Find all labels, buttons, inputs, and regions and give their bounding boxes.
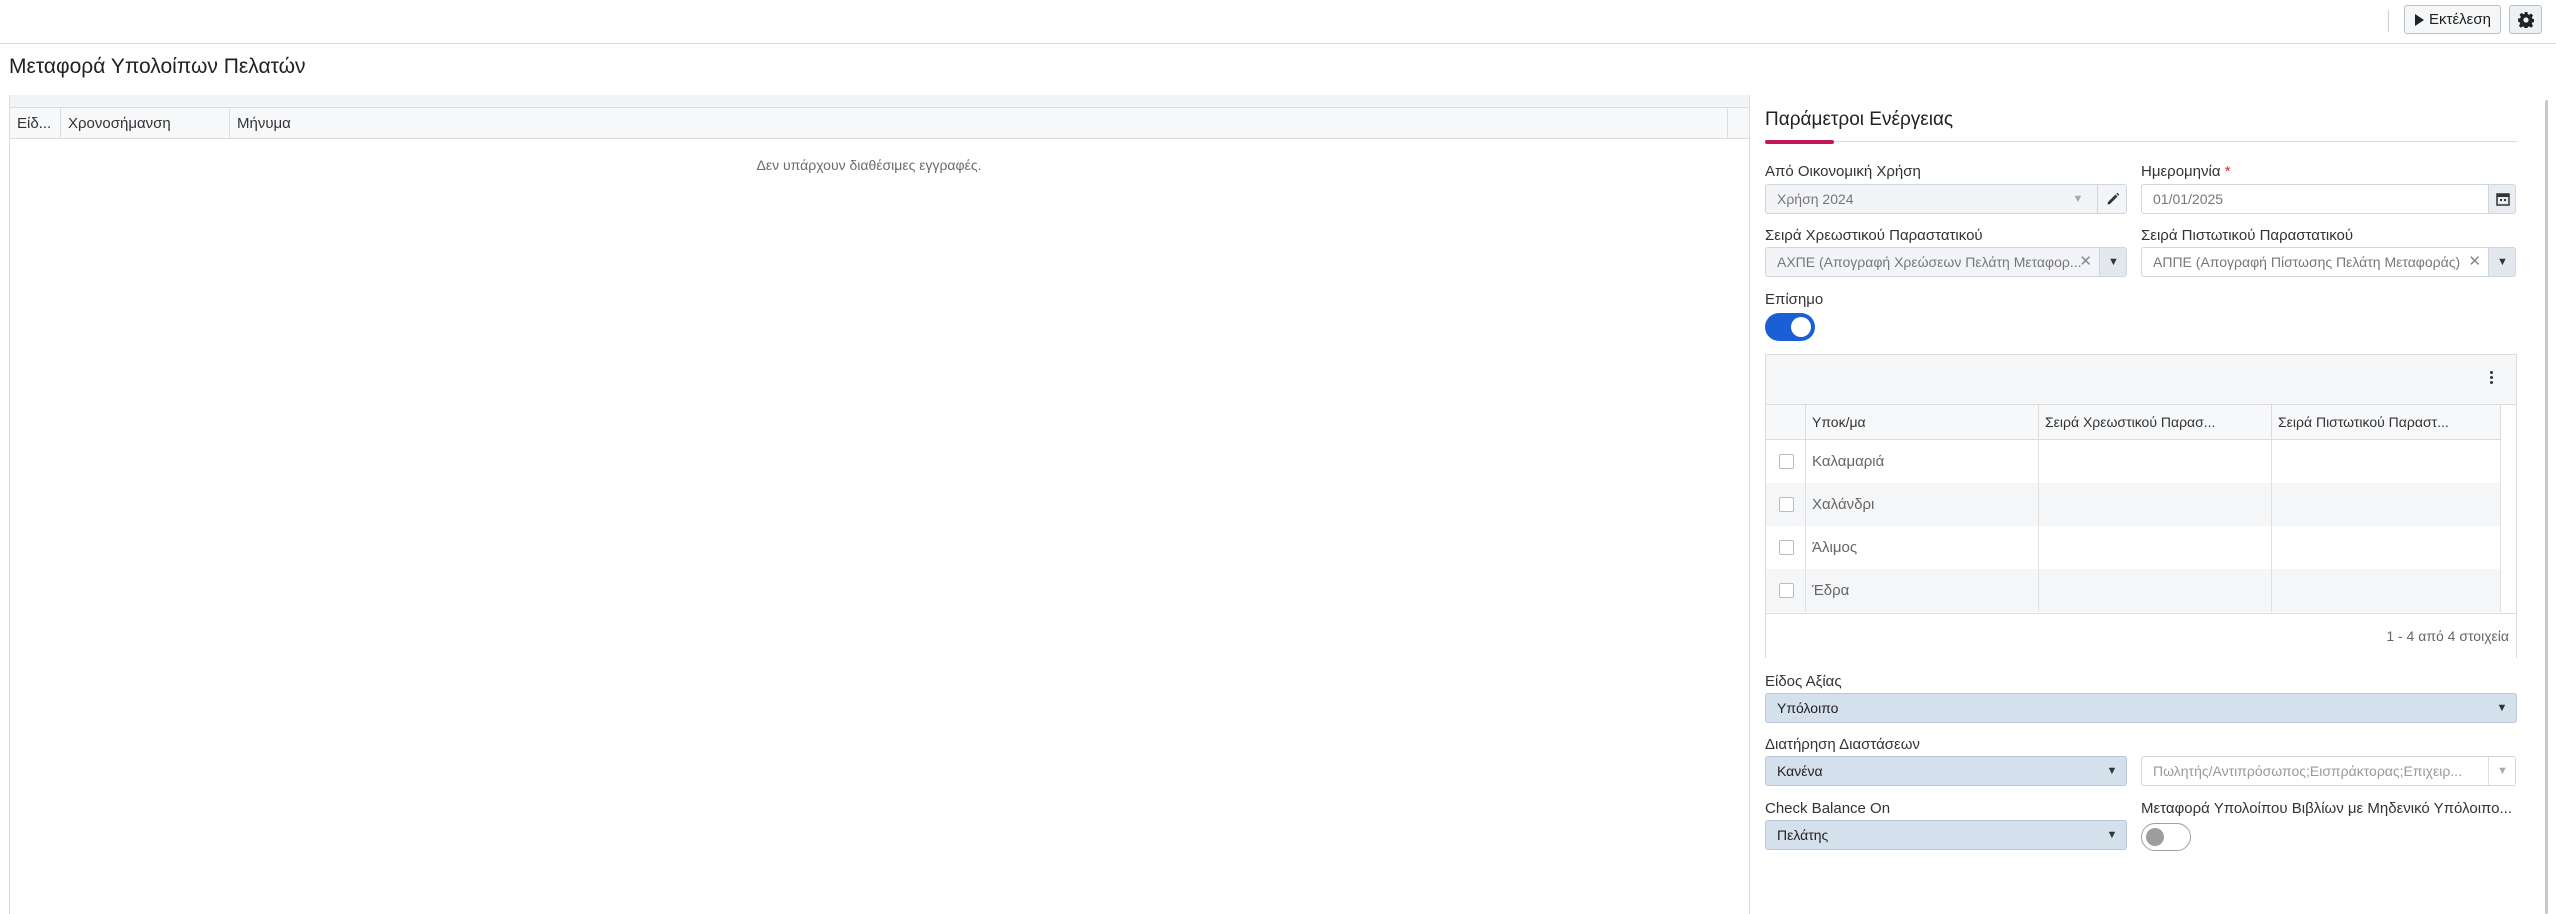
- vertical-scrollbar[interactable]: [2545, 100, 2548, 914]
- chevron-down-icon[interactable]: ▼: [2099, 248, 2126, 276]
- fiscal-year-select[interactable]: Χρήση 2024 ▼: [1765, 184, 2127, 214]
- top-toolbar: Εκτέλεση: [0, 0, 2556, 44]
- run-button[interactable]: Εκτέλεση: [2404, 5, 2501, 34]
- column-header-timestamp[interactable]: Χρονοσήμανση: [61, 108, 230, 139]
- column-header-branch[interactable]: Υποκ/μα: [1806, 405, 2039, 440]
- branches-grid: Υποκ/μα Σειρά Χρεωστικού Παρασ... Σειρά …: [1765, 354, 2517, 658]
- chevron-down-icon[interactable]: ▼: [2487, 694, 2516, 722]
- dimensions-value: Κανένα: [1777, 763, 1823, 779]
- page-title: Μεταφορά Υπολοίπων Πελατών: [9, 55, 306, 78]
- debit-series-cell[interactable]: [2039, 526, 2272, 569]
- params-title: Παράμετροι Ενέργειας: [1765, 109, 1954, 130]
- fiscal-year-label: Από Οικονομική Χρήση: [1765, 163, 1921, 180]
- clear-icon[interactable]: ✕: [2468, 248, 2481, 276]
- row-select-cell: [1766, 526, 1806, 569]
- dimensions-detail-value: Πωλητής/Αντιπρόσωπος;Εισπράκτορας;Επιχει…: [2153, 763, 2462, 779]
- column-header-debit-series[interactable]: Σειρά Χρεωστικού Παρασ...: [2039, 405, 2272, 440]
- debit-series-cell[interactable]: [2039, 440, 2272, 483]
- value-type-label: Είδος Αξίας: [1765, 673, 1842, 690]
- debit-series-cell[interactable]: [2039, 483, 2272, 526]
- branches-grid-toolbar: [1766, 355, 2516, 405]
- toggle-knob: [2146, 828, 2164, 846]
- row-select-cell: [1766, 569, 1806, 612]
- run-button-label: Εκτέλεση: [2429, 11, 2491, 28]
- row-checkbox[interactable]: [1779, 454, 1794, 469]
- chevron-down-icon[interactable]: ▼: [2097, 757, 2126, 785]
- check-balance-value: Πελάτης: [1777, 827, 1829, 843]
- credit-series-label: Σειρά Πιστωτικού Παραστατικού: [2141, 227, 2354, 244]
- column-header-type[interactable]: Είδ...: [10, 108, 61, 139]
- row-checkbox[interactable]: [1779, 540, 1794, 555]
- chevron-down-icon[interactable]: ▼: [2068, 185, 2088, 213]
- row-select-cell: [1766, 483, 1806, 526]
- play-icon: [2415, 13, 2425, 26]
- debit-series-select[interactable]: ΑΧΠΕ (Απογραφή Χρεώσεων Πελάτη Μεταφορ..…: [1765, 247, 2127, 277]
- branch-cell: Καλαμαριά: [1806, 440, 2039, 483]
- debit-series-cell[interactable]: [2039, 569, 2272, 612]
- credit-series-cell[interactable]: [2272, 569, 2501, 612]
- credit-series-select[interactable]: ΑΠΠΕ (Απογραφή Πίστωσης Πελάτη Μεταφοράς…: [2141, 247, 2516, 277]
- row-checkbox[interactable]: [1779, 497, 1794, 512]
- row-checkbox[interactable]: [1779, 583, 1794, 598]
- fiscal-year-value: Χρήση 2024: [1777, 191, 1854, 207]
- select-column-header: [1766, 405, 1806, 440]
- column-header-message[interactable]: Μήνυμα: [230, 108, 1728, 139]
- calendar-icon[interactable]: [2488, 185, 2515, 213]
- zero-balance-toggle[interactable]: [2141, 823, 2191, 851]
- branches-grid-footer: 1 - 4 από 4 στοιχεία: [1766, 613, 2516, 658]
- pager-info: 1 - 4 από 4 στοιχεία: [2386, 628, 2509, 644]
- clear-icon[interactable]: ✕: [2079, 248, 2092, 276]
- empty-message: Δεν υπάρχουν διαθέσιμες εγγραφές.: [756, 157, 982, 173]
- dimensions-select[interactable]: Κανένα ▼: [1765, 756, 2127, 786]
- credit-series-cell[interactable]: [2272, 526, 2501, 569]
- toolbar-divider: [2388, 10, 2389, 32]
- branch-cell: Χαλάνδρι: [1806, 483, 2039, 526]
- dimensions-detail-select[interactable]: Πωλητής/Αντιπρόσωπος;Εισπράκτορας;Επιχει…: [2141, 756, 2516, 786]
- toggle-knob: [1791, 317, 1811, 337]
- table-row[interactable]: Χαλάνδρι: [1766, 483, 2501, 526]
- value-type-value: Υπόλοιπο: [1777, 700, 1839, 716]
- credit-series-cell[interactable]: [2272, 483, 2501, 526]
- credit-series-value: ΑΠΠΕ (Απογραφή Πίστωσης Πελάτη Μεταφοράς…: [2153, 254, 2461, 270]
- chevron-down-icon[interactable]: ▼: [2097, 821, 2126, 849]
- date-input[interactable]: 01/01/2025: [2141, 184, 2516, 214]
- table-row[interactable]: Άλιμος: [1766, 526, 2501, 569]
- params-title-accent: [1765, 140, 1834, 144]
- more-options-icon[interactable]: [2486, 369, 2496, 389]
- credit-series-cell[interactable]: [2272, 440, 2501, 483]
- column-header-credit-series[interactable]: Σειρά Πιστωτικού Παραστ...: [2272, 405, 2501, 440]
- branch-cell: Άλιμος: [1806, 526, 2039, 569]
- debit-series-value: ΑΧΠΕ (Απογραφή Χρεώσεων Πελάτη Μεταφορ..…: [1777, 254, 2082, 270]
- params-title-underline: [1765, 141, 2517, 142]
- log-grid: Είδ... Χρονοσήμανση Μήνυμα Δεν υπάρχουν …: [9, 95, 1750, 914]
- table-row[interactable]: Καλαμαριά: [1766, 440, 2501, 483]
- date-value: 01/01/2025: [2153, 191, 2224, 207]
- debit-series-label: Σειρά Χρεωστικού Παραστατικού: [1765, 227, 1983, 244]
- official-label: Επίσημο: [1765, 291, 1824, 308]
- edit-icon[interactable]: [2097, 185, 2126, 213]
- date-label: Ημερομηνία *: [2141, 163, 2231, 180]
- gear-icon: [2517, 11, 2534, 28]
- dimensions-label: Διατήρηση Διαστάσεων: [1765, 736, 1920, 753]
- log-grid-header: Είδ... Χρονοσήμανση Μήνυμα: [10, 107, 1749, 139]
- official-toggle[interactable]: [1765, 313, 1815, 341]
- chevron-down-icon[interactable]: ▼: [2488, 757, 2515, 785]
- branches-grid-header: Υποκ/μα Σειρά Χρεωστικού Παρασ... Σειρά …: [1766, 405, 2501, 440]
- required-mark: *: [2224, 163, 2231, 180]
- settings-button[interactable]: [2509, 5, 2542, 34]
- value-type-select[interactable]: Υπόλοιπο ▼: [1765, 693, 2517, 723]
- check-balance-select[interactable]: Πελάτης ▼: [1765, 820, 2127, 850]
- row-select-cell: [1766, 440, 1806, 483]
- log-grid-toolbar: [10, 95, 1749, 107]
- branch-cell: Έδρα: [1806, 569, 2039, 612]
- chevron-down-icon[interactable]: ▼: [2488, 248, 2515, 276]
- check-balance-label: Check Balance On: [1765, 800, 1891, 817]
- zero-balance-label: Μεταφορά Υπολοίπου Βιβλίων με Μηδενικό Υ…: [2141, 800, 2513, 817]
- table-row[interactable]: Έδρα: [1766, 569, 2501, 612]
